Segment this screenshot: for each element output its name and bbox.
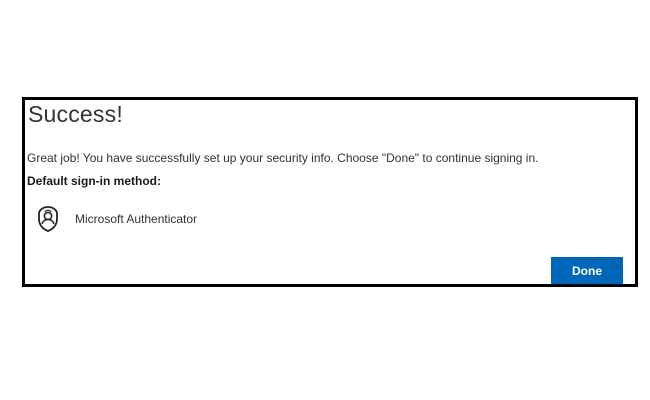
authenticator-icon	[35, 205, 61, 233]
default-method-heading: Default sign-in method:	[27, 174, 161, 188]
dialog-title: Success!	[28, 101, 123, 127]
method-label: Microsoft Authenticator	[75, 212, 198, 226]
done-button[interactable]: Done	[551, 257, 623, 284]
success-dialog: Success! Great job! You have successfull…	[22, 97, 638, 287]
default-method-row: Microsoft Authenticator	[35, 204, 197, 234]
success-message: Great job! You have successfully set up …	[27, 151, 539, 165]
